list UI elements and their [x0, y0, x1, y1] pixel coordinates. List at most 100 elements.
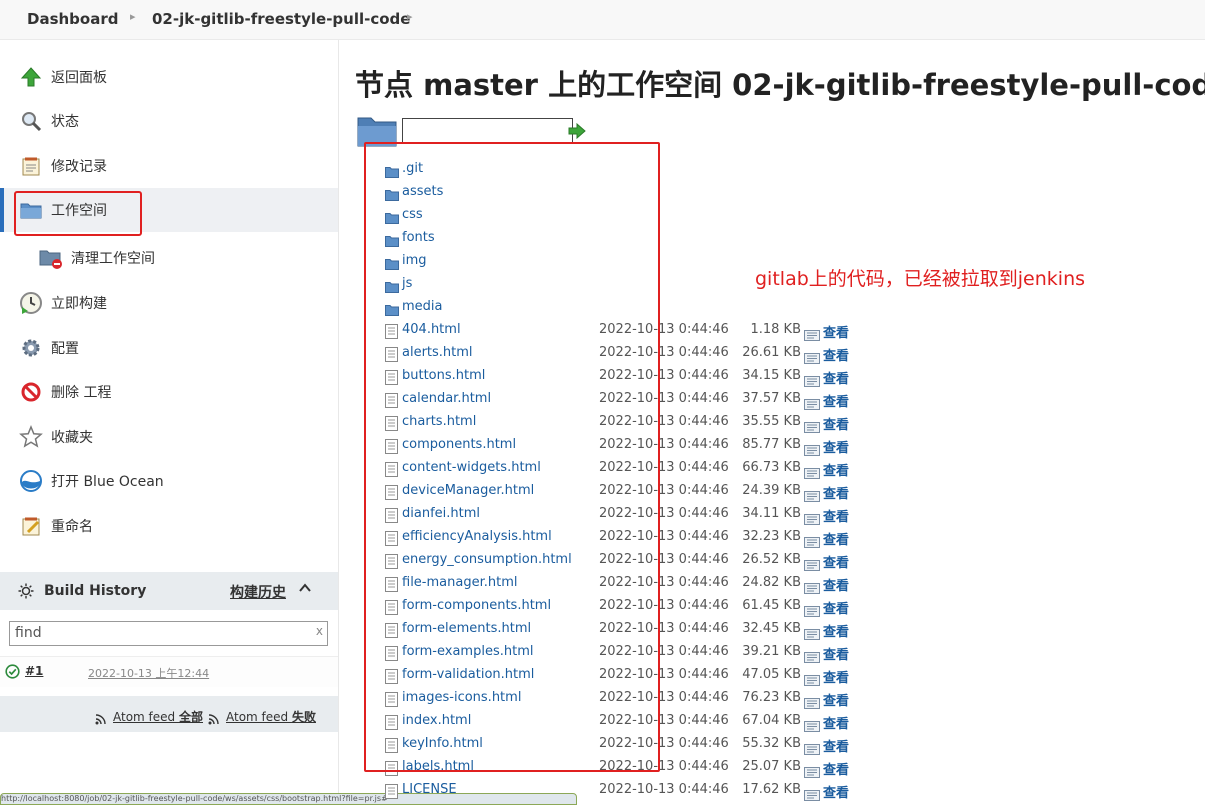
file-size: 34.15 KB — [742, 368, 801, 383]
view-file-link[interactable]: 查看 — [823, 667, 849, 686]
sidebar-item-label: 删除 工程 — [51, 385, 112, 401]
breadcrumb-job[interactable]: 02-jk-gitlib-freestyle-pull-code — [152, 10, 410, 28]
sidebar-item-favorite[interactable]: 收藏夹 — [0, 415, 338, 459]
atom-feed-all-link[interactable]: Atom feed 全部 — [113, 708, 203, 725]
build-trend-link[interactable]: 构建历史 — [230, 582, 286, 602]
sidebar-item-changes[interactable]: 修改记录 — [0, 144, 338, 188]
file-name-link[interactable]: LICENSE — [402, 782, 457, 797]
build-search-box: x — [9, 621, 328, 646]
view-file-link[interactable]: 查看 — [823, 575, 849, 594]
up-arrow-icon — [19, 65, 43, 89]
breadcrumb-separator-icon: ▸ — [407, 10, 413, 23]
file-size: 25.07 KB — [742, 759, 801, 774]
file-size: 37.57 KB — [742, 391, 801, 406]
file-date: 2022-10-13 0:44:46 — [599, 782, 729, 797]
file-size: 61.45 KB — [742, 598, 801, 613]
breadcrumb-dashboard[interactable]: Dashboard — [27, 10, 118, 28]
file-size: 55.32 KB — [742, 736, 801, 751]
view-file-link[interactable]: 查看 — [823, 529, 849, 548]
file-row: LICENSE 2022-10-13 0:44:46 17.62 KB 查看 — [383, 779, 883, 802]
file-size: 26.61 KB — [742, 345, 801, 360]
gear-icon — [19, 336, 43, 360]
build-history-header: Build History 构建历史 — [0, 572, 338, 610]
file-size: 76.23 KB — [742, 690, 801, 705]
view-file-link[interactable]: 查看 — [823, 414, 849, 433]
rss-icon — [95, 710, 106, 729]
sidebar-item-rename[interactable]: 重命名 — [0, 504, 338, 548]
sidebar-item-label: 立即构建 — [51, 296, 107, 312]
sidebar-item-label: 状态 — [51, 114, 79, 130]
sidebar-item-label: 收藏夹 — [51, 430, 93, 446]
file-size: 67.04 KB — [742, 713, 801, 728]
build-date-link[interactable]: 2022-10-13 上午12:44 — [88, 665, 209, 681]
view-file-link[interactable]: 查看 — [823, 713, 849, 732]
view-file-link[interactable]: 查看 — [823, 598, 849, 617]
rss-icon — [208, 710, 219, 729]
atom-feed-failed-link[interactable]: Atom feed 失败 — [226, 708, 316, 725]
file-size: 24.82 KB — [742, 575, 801, 590]
view-file-link[interactable]: 查看 — [823, 644, 849, 663]
no-entry-icon — [19, 380, 43, 404]
sidebar-item-back-to-dashboard[interactable]: 返回面板 — [0, 55, 338, 99]
sidebar-item-wipe-workspace[interactable]: 清理工作空间 — [0, 236, 338, 280]
clear-search-icon[interactable]: x — [316, 624, 323, 638]
sun-icon — [18, 583, 34, 599]
file-size: 39.21 KB — [742, 644, 801, 659]
view-file-icon[interactable] — [804, 786, 820, 805]
view-file-link[interactable]: 查看 — [823, 460, 849, 479]
sidebar-item-delete-project[interactable]: 删除 工程 — [0, 370, 338, 414]
sidebar-item-label: 返回面板 — [51, 70, 107, 86]
view-file-link[interactable]: 查看 — [823, 759, 849, 778]
file-size: 66.73 KB — [742, 460, 801, 475]
view-file-link[interactable]: 查看 — [823, 483, 849, 502]
highlight-box-files — [364, 142, 660, 772]
view-file-link[interactable]: 查看 — [823, 345, 849, 364]
view-file-link[interactable]: 查看 — [823, 322, 849, 341]
folder-delete-icon — [39, 246, 63, 270]
sidebar-item-label: 修改记录 — [51, 159, 107, 175]
sidebar-item-label: 清理工作空间 — [71, 251, 155, 267]
file-size: 34.11 KB — [742, 506, 801, 521]
view-file-link[interactable]: 查看 — [823, 782, 849, 801]
view-file-link[interactable]: 查看 — [823, 552, 849, 571]
build-search-input[interactable] — [10, 622, 305, 644]
sidebar-item-label: 配置 — [51, 341, 79, 357]
view-file-link[interactable]: 查看 — [823, 690, 849, 709]
file-size: 32.23 KB — [742, 529, 801, 544]
build-history-title: Build History — [44, 583, 147, 599]
path-input[interactable] — [402, 118, 573, 144]
sidebar-item-open-blue-ocean[interactable]: 打开 Blue Ocean — [0, 459, 338, 503]
view-file-link[interactable]: 查看 — [823, 736, 849, 755]
file-size: 47.05 KB — [742, 667, 801, 682]
build-row[interactable]: #1 2022-10-13 上午12:44 — [0, 656, 338, 687]
notepad-pencil-icon — [19, 514, 43, 538]
view-file-link[interactable]: 查看 — [823, 437, 849, 456]
build-number-link[interactable]: #1 — [25, 664, 43, 678]
sidebar-item-status[interactable]: 状态 — [0, 99, 338, 143]
sidebar-item-configure[interactable]: 配置 — [0, 326, 338, 370]
blue-ocean-icon — [19, 469, 43, 493]
file-size: 1.18 KB — [750, 322, 801, 337]
sidebar-item-label: 重命名 — [51, 519, 93, 535]
success-check-icon — [5, 664, 20, 683]
annotation-text: gitlab上的代码，已经被拉取到jenkins — [755, 268, 1086, 290]
sidebar-item-label: 打开 Blue Ocean — [51, 474, 164, 490]
collapse-chevron-icon[interactable] — [298, 581, 312, 599]
file-icon — [385, 784, 398, 803]
go-arrow-icon[interactable] — [568, 122, 586, 143]
view-file-link[interactable]: 查看 — [823, 368, 849, 387]
star-icon — [19, 425, 43, 449]
sidebar: 返回面板 状态 修改记录 工作空间 清理工作空间 立即构建 配置 删除 工程 收… — [0, 40, 339, 803]
view-file-link[interactable]: 查看 — [823, 621, 849, 640]
sidebar-item-build-now[interactable]: 立即构建 — [0, 281, 338, 325]
highlight-box-workspace — [14, 191, 142, 236]
view-file-link[interactable]: 查看 — [823, 506, 849, 525]
file-size: 26.52 KB — [742, 552, 801, 567]
clock-play-icon — [19, 291, 43, 315]
file-size: 17.62 KB — [742, 782, 801, 797]
file-size: 35.55 KB — [742, 414, 801, 429]
view-file-link[interactable]: 查看 — [823, 391, 849, 410]
notepad-icon — [19, 154, 43, 178]
file-size: 85.77 KB — [742, 437, 801, 452]
breadcrumb-separator-icon: ▸ — [130, 10, 136, 23]
